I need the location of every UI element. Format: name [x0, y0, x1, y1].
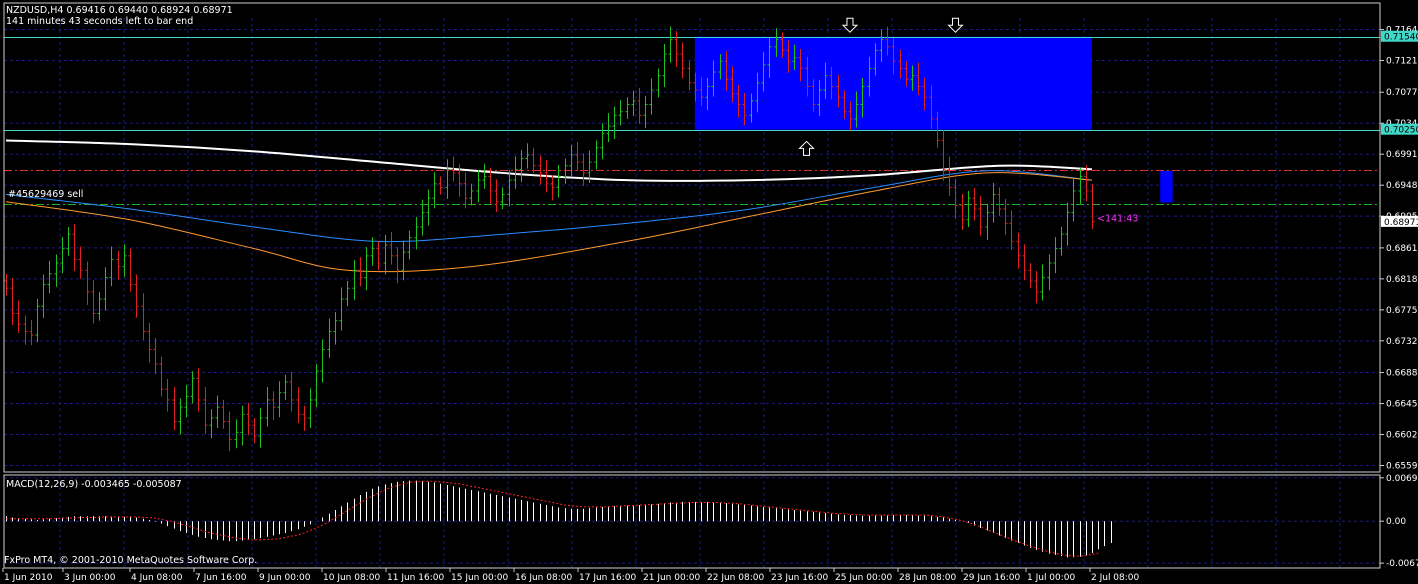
x-tick-label: 25 Jun 00:00	[835, 573, 892, 583]
x-tick-label: 7 Jun 16:00	[195, 573, 247, 583]
x-tick-label: 23 Jun 16:00	[771, 573, 828, 583]
y-tick-label: 0.68180	[1386, 275, 1418, 285]
macd-header: MACD(12,26,9) -0.003465 -0.005087	[6, 479, 182, 490]
y-tick-label: 0.66020	[1386, 431, 1418, 441]
price-tag-label[interactable]: 0.68971	[1384, 218, 1418, 228]
y-tick-label: 0.66450	[1386, 400, 1418, 410]
bar-countdown-label: <141:43	[1097, 213, 1138, 224]
x-tick-label: 9 Jun 00:00	[259, 573, 311, 583]
copyright-text: FxPro MT4, © 2001-2010 MetaQuotes Softwa…	[4, 555, 257, 566]
x-tick-label: 4 Jun 08:00	[131, 573, 183, 583]
x-tick-label: 2 Jul 08:00	[1091, 573, 1140, 583]
price-tag[interactable]: 0.68971	[1381, 215, 1418, 228]
y-tick-label: 0.67750	[1386, 306, 1418, 316]
bar-timer-text: 141 minutes 43 seconds left to bar end	[6, 16, 193, 27]
y-tick-label: 0.70770	[1386, 88, 1418, 98]
y-tick-label: 0.68610	[1386, 244, 1418, 254]
nzdusd-h4-chart[interactable]: 0.716400.712100.707700.703400.699100.694…	[0, 0, 1418, 584]
macd-y-tick-label: 0.00	[1386, 517, 1406, 527]
y-tick-label: 0.67320	[1386, 337, 1418, 347]
x-tick-label: 22 Jun 08:00	[707, 573, 764, 583]
y-tick-label: 0.69480	[1386, 181, 1418, 191]
x-tick-label: 21 Jun 00:00	[643, 573, 700, 583]
macd-y-tick-label: -0.00672	[1386, 559, 1418, 569]
x-tick-label: 28 Jun 08:00	[899, 573, 956, 583]
x-tick-label: 15 Jun 00:00	[451, 573, 508, 583]
x-tick-label: 29 Jun 16:00	[963, 573, 1020, 583]
x-tick-label: 11 Jun 16:00	[387, 573, 444, 583]
y-tick-label: 0.71210	[1386, 57, 1418, 67]
x-tick-label: 3 Jun 00:00	[64, 573, 116, 583]
order-label: #45629469 sell	[8, 189, 83, 200]
price-tag-label[interactable]: 0.70250	[1384, 126, 1418, 136]
y-tick-label: 0.65590	[1386, 462, 1418, 472]
price-tag[interactable]: 0.70250	[1381, 123, 1418, 136]
symbol-ohlc-header: NZDUSD,H4 0.69416 0.69440 0.68924 0.6897…	[6, 5, 233, 16]
y-tick-label: 0.69910	[1386, 150, 1418, 160]
x-tick-label: 17 Jun 16:00	[579, 573, 636, 583]
x-tick-label: 16 Jun 08:00	[515, 573, 572, 583]
price-tag[interactable]: 0.71540	[1381, 30, 1418, 43]
x-tick-label: 1 Jun 2010	[4, 573, 53, 583]
x-tick-label: 10 Jun 08:00	[323, 573, 380, 583]
y-tick-label: 0.66880	[1386, 369, 1418, 379]
x-tick-label: 1 Jul 00:00	[1027, 573, 1076, 583]
price-tag-label[interactable]: 0.71540	[1384, 33, 1418, 43]
macd-y-tick-label: 0.00695	[1386, 474, 1418, 484]
zone-rectangle[interactable]	[1160, 170, 1173, 203]
